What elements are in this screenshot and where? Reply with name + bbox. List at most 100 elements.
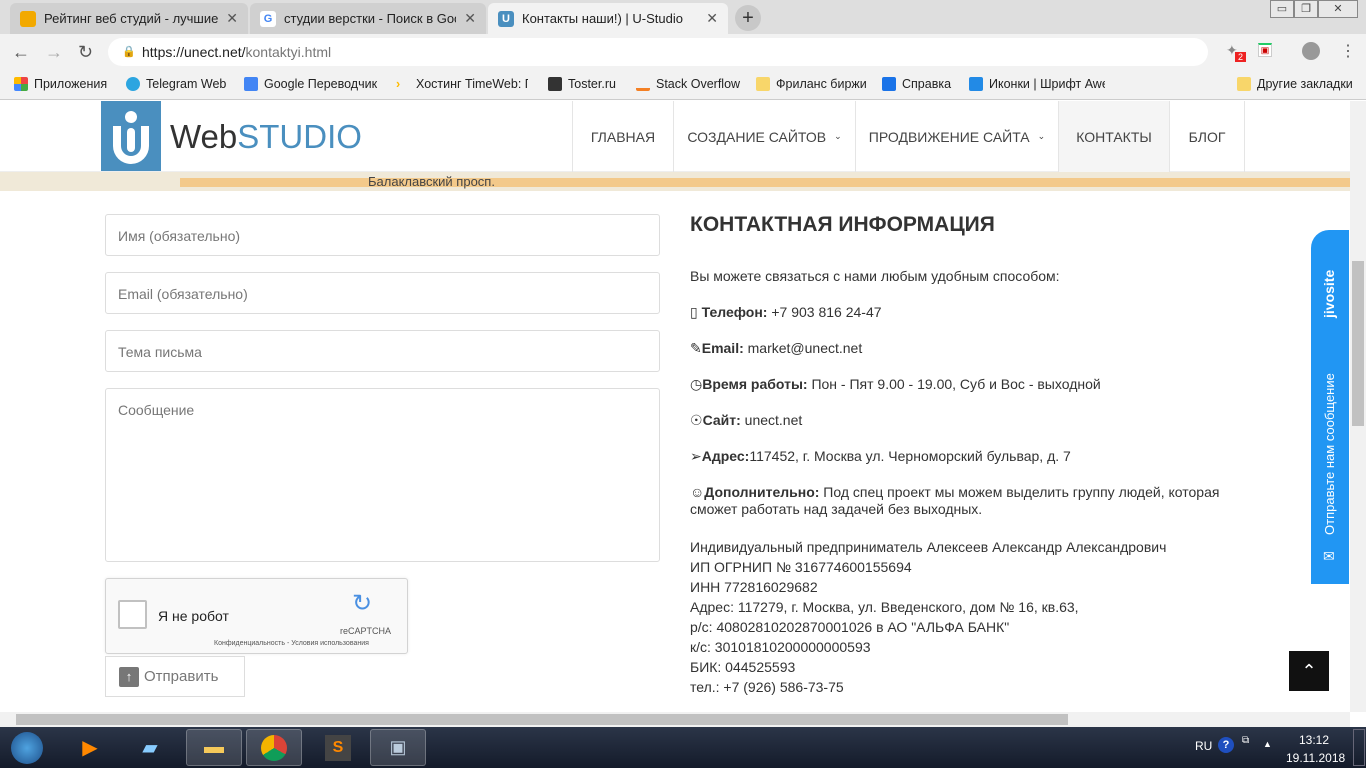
avatar[interactable] xyxy=(1302,42,1320,60)
bookmark-help[interactable]: Справка xyxy=(882,77,951,91)
bookmark-toster[interactable]: Toster.ru xyxy=(548,77,616,91)
map-strip[interactable]: Балаклавский просп. xyxy=(0,172,1350,191)
submit-button[interactable]: ↑ Отправить xyxy=(105,656,245,697)
app-window-icon: ▣ xyxy=(389,737,407,757)
folder-icon: ▬ xyxy=(204,736,224,758)
reload-icon[interactable]: ↻ xyxy=(78,42,93,63)
info-label: Сайт: xyxy=(702,412,741,428)
network-icon[interactable]: ⧉ xyxy=(1242,735,1249,746)
jivo-brand: jivosite xyxy=(1321,269,1337,318)
bookmark-translate[interactable]: Google Переводчик xyxy=(244,77,377,91)
placeholder: Тема письма xyxy=(118,344,202,360)
restore-button[interactable]: ❐ xyxy=(1294,0,1318,18)
close-window-button[interactable]: ✕ xyxy=(1318,0,1358,18)
url-path: kontaktyi.html xyxy=(245,44,332,60)
chevron-down-icon: ⌄ xyxy=(834,131,842,141)
nav-blog[interactable]: БЛОГ xyxy=(1169,101,1245,172)
clock-time[interactable]: 13:12 xyxy=(1299,733,1329,747)
folder-icon xyxy=(1237,77,1251,91)
requisite-line: р/с: 40802810202870001026 в АО "АЛЬФА БА… xyxy=(690,619,1010,635)
show-desktop-button[interactable] xyxy=(1353,729,1365,766)
info-value[interactable]: unect.net xyxy=(741,412,803,428)
nav-promotion[interactable]: ПРОДВИЖЕНИЕ САЙТА ⌄ xyxy=(855,101,1058,172)
clock-date[interactable]: 19.11.2018 xyxy=(1286,751,1345,765)
taskbar-chrome[interactable] xyxy=(246,729,302,766)
info-label: Телефон: xyxy=(701,304,768,320)
bookmark-timeweb[interactable]: › Хостинг TimeWeb: П xyxy=(396,77,528,91)
new-tab-button[interactable]: + xyxy=(735,5,761,31)
address-bar[interactable]: 🔒 https://unect.net/kontaktyi.html xyxy=(108,38,1208,66)
jivosite-chat-tab[interactable]: jivosite Отправьте нам сообщение ✉ xyxy=(1311,230,1349,584)
info-site: ☉Сайт: unect.net xyxy=(690,412,1230,429)
ustudio-icon: U xyxy=(498,10,514,27)
logo-text[interactable]: WebSTUDIO xyxy=(170,118,362,156)
message-textarea[interactable]: Сообщение xyxy=(105,388,660,562)
subject-input[interactable]: Тема письма xyxy=(105,330,660,372)
bookmark-freelance[interactable]: Фриланс биржи xyxy=(756,77,867,91)
scroll-to-top-button[interactable]: ⌃ xyxy=(1289,651,1329,691)
bookmark-apps[interactable]: Приложения xyxy=(14,77,107,91)
language-indicator[interactable]: RU xyxy=(1195,739,1212,753)
email-input[interactable]: Email (обязательно) xyxy=(105,272,660,314)
bookmark-other[interactable]: Другие закладки xyxy=(1237,77,1353,91)
bookmark-fontawesome[interactable]: Иконки | Шрифт Awe xyxy=(969,77,1105,91)
close-tab-icon[interactable]: ✕ xyxy=(706,10,718,27)
tray-expand-icon[interactable]: ▲ xyxy=(1263,739,1272,749)
nav-create-sites[interactable]: СОЗДАНИЕ САЙТОВ ⌄ xyxy=(673,101,855,172)
scrollbar-thumb[interactable] xyxy=(16,714,1068,725)
info-label: Email: xyxy=(701,340,744,356)
nav-contacts[interactable]: КОНТАКТЫ xyxy=(1058,101,1169,172)
map-road xyxy=(180,178,1350,187)
bookmark-label: Хостинг TimeWeb: П xyxy=(416,77,528,91)
tab-contacts[interactable]: U Контакты наши!) | U-Studio ✕ xyxy=(488,3,728,34)
recaptcha-checkbox[interactable] xyxy=(118,600,147,629)
requisite-line: к/с: 30101810200000000593 xyxy=(690,639,871,655)
tab-title: Контакты наши!) | U-Studio xyxy=(522,11,683,26)
info-value[interactable]: market@unect.net xyxy=(744,340,863,356)
phone-icon: ▯ xyxy=(690,304,702,320)
minimize-button[interactable]: ▭ xyxy=(1270,0,1294,18)
close-tab-icon[interactable]: ✕ xyxy=(464,10,476,27)
location-arrow-icon: ➢ xyxy=(690,448,702,464)
taskbar-sublime[interactable]: S xyxy=(310,729,366,766)
tab-rating[interactable]: Рейтинг веб студий - лучшие веб ✕ xyxy=(10,3,248,34)
taskbar-app[interactable]: ▣ xyxy=(370,729,426,766)
requisite-line: БИК: 044525593 xyxy=(690,659,796,675)
bookmark-stackoverflow[interactable]: Stack Overflow xyxy=(636,77,740,91)
help-icon xyxy=(882,77,896,91)
globe-icon: ☉ xyxy=(690,412,703,428)
google-translate-icon xyxy=(244,77,258,91)
recaptcha-widget: Я не робот ↻ reCAPTCHA Конфиденциальност… xyxy=(105,578,408,654)
apps-grid-icon xyxy=(14,77,28,91)
horizontal-scrollbar[interactable] xyxy=(0,712,1350,727)
jivo-cta: Отправьте нам сообщение xyxy=(1322,373,1337,535)
extension-badge: 2 xyxy=(1235,52,1247,62)
shield-extension-icon[interactable]: ▣ xyxy=(1258,43,1272,57)
requisite-line: Индивидуальный предприниматель Алексеев … xyxy=(690,539,1167,555)
forward-icon[interactable]: → xyxy=(45,42,63,63)
stackoverflow-icon xyxy=(636,77,650,91)
recaptcha-links[interactable]: Конфиденциальность - Условия использован… xyxy=(214,640,369,647)
nav-label: ПРОДВИЖЕНИЕ САЙТА xyxy=(868,128,1030,145)
name-input[interactable]: Имя (обязательно) xyxy=(105,214,660,256)
toster-icon xyxy=(548,77,562,91)
taskbar-media-player[interactable]: ▶ xyxy=(62,729,118,766)
menu-kebab-icon[interactable]: ⋮ xyxy=(1340,41,1356,61)
taskbar-notes[interactable]: ▰ xyxy=(122,729,178,766)
bookmark-telegram[interactable]: Telegram Web xyxy=(126,77,226,91)
back-icon[interactable]: ← xyxy=(12,42,30,63)
placeholder: Сообщение xyxy=(118,402,195,418)
bookmark-label: Иконки | Шрифт Awe xyxy=(989,77,1105,91)
start-button[interactable] xyxy=(2,729,52,766)
telegram-icon xyxy=(126,77,140,91)
help-icon[interactable]: ? xyxy=(1218,737,1234,753)
scrollbar-thumb[interactable] xyxy=(1352,261,1364,426)
nav-home[interactable]: ГЛАВНАЯ xyxy=(572,101,673,172)
placeholder: Email (обязательно) xyxy=(118,286,248,302)
vertical-scrollbar[interactable] xyxy=(1350,101,1366,712)
tab-google[interactable]: Gстудии верстки - Поиск в Google ✕ xyxy=(250,3,486,34)
info-phone: ▯ Телефон: +7 903 816 24-47 xyxy=(690,304,1230,321)
close-tab-icon[interactable]: ✕ xyxy=(226,10,238,27)
taskbar-explorer[interactable]: ▬ xyxy=(186,729,242,766)
logo-icon[interactable] xyxy=(101,101,161,171)
